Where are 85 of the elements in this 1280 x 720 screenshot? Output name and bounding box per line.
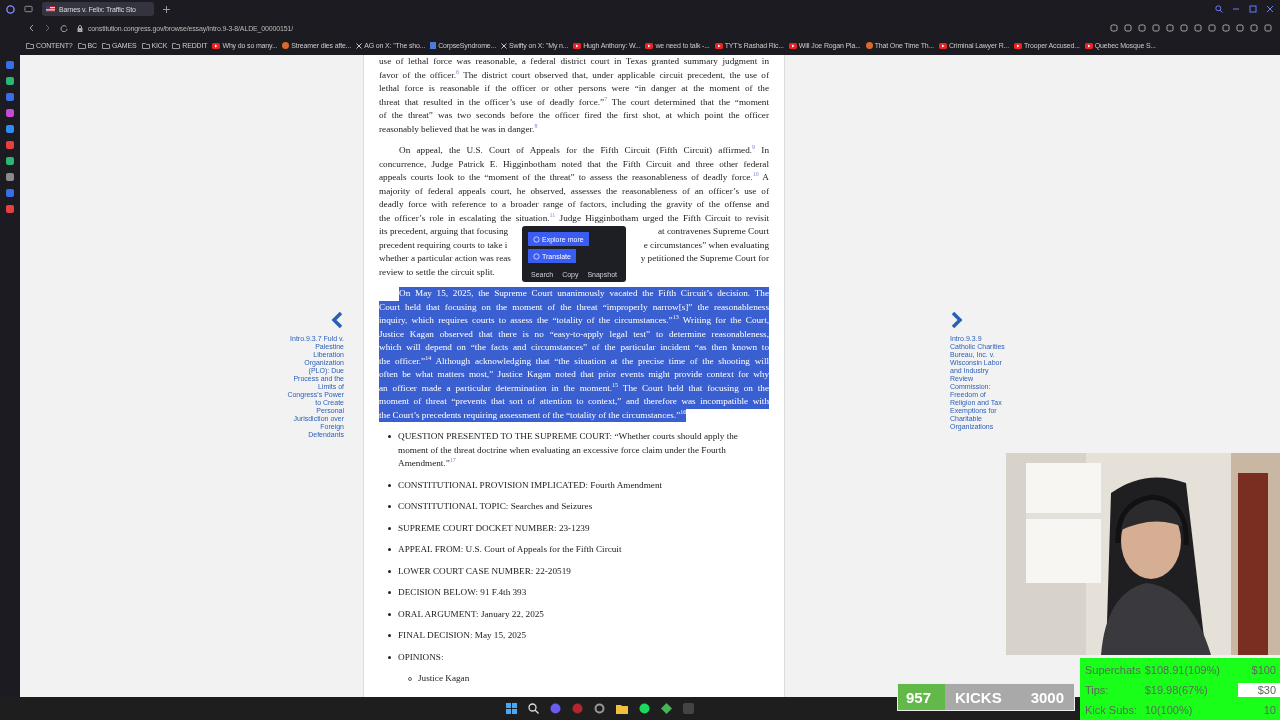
bullet-icon bbox=[388, 612, 391, 616]
goal-label: Kick Subs: bbox=[1085, 704, 1138, 716]
folder-icon bbox=[77, 42, 86, 49]
bullet-icon bbox=[388, 569, 391, 573]
play-icon bbox=[212, 42, 221, 49]
bullet-icon bbox=[388, 634, 391, 637]
avatar-icon bbox=[282, 42, 290, 49]
fact-text: CONSTITUTIONAL PROVISION IMPLICATED: Fourth Amendment bbox=[398, 478, 663, 492]
lock-icon bbox=[77, 24, 83, 32]
forward-icon[interactable] bbox=[44, 24, 51, 32]
goal-label: Tips: bbox=[1085, 684, 1110, 696]
kicks-goal: 3000 bbox=[1030, 688, 1065, 706]
bullet-icon bbox=[388, 548, 391, 551]
goal-target: 10 bbox=[1262, 703, 1277, 717]
text-line: appeals courts look to the “moment of the threat” to assess the reasonableness of deadly force.$^{10}$ A bbox=[379, 171, 769, 184]
goal-target: $100 bbox=[1250, 663, 1277, 677]
folder-icon bbox=[172, 42, 181, 49]
bullet-icon bbox=[388, 655, 391, 659]
folder-icon[interactable] bbox=[616, 703, 628, 714]
fact-text: SUPREME COURT DOCKET NUMBER: 23-1239 bbox=[398, 521, 590, 535]
text-line: the officer’s role in escalating the situation.$^{11}$ Judge Higginbotham urged the Fifth Circuit to revisit bbox=[379, 211, 769, 225]
chevron-left-icon[interactable] bbox=[330, 311, 344, 329]
play-icon bbox=[788, 42, 797, 49]
play-icon bbox=[1084, 42, 1093, 49]
paragraph: use of lethal force was reasonable, a federal district court in Texas granted summary judgment in favor of the officer.$^{6}$ The district court observed that, under applicable circuit precedent, the use of lethal force is reasonable if the officer or other persons were “in danger at the moment of the threat that resulted in the officer’s use of deadly force.”$^{7}$ The court determined that the “moment of the threat” was two seconds before the officer fired the first shot, at which point the officer reasonably believed that he was in danger.$^{8}$ bbox=[379, 55, 769, 136]
bullet-icon bbox=[388, 591, 391, 594]
search-icon[interactable] bbox=[528, 703, 539, 714]
bullet-icon bbox=[388, 505, 391, 508]
text-fragment: whether a particular action was reas bbox=[379, 252, 511, 265]
avatar-icon bbox=[865, 42, 873, 49]
bullet-icon bbox=[408, 677, 412, 681]
text-fragment: precedent requiring courts to take i bbox=[379, 238, 508, 252]
fact-text: OPINIONS: bbox=[398, 650, 445, 664]
goal-label: Superchats bbox=[1085, 664, 1141, 676]
text-fragment: at contravenes Supreme Court bbox=[658, 225, 769, 238]
fact-text: LOWER COURT CASE NUMBER: 22-20519 bbox=[398, 564, 571, 578]
play-icon bbox=[714, 42, 723, 49]
text-line: deadly force with reference to a broader range of factors, including the gravity of the offense and bbox=[379, 198, 769, 211]
music-app-icon[interactable] bbox=[639, 703, 650, 714]
x-logo-icon bbox=[356, 42, 363, 49]
text-line: review to settle the circuit split. bbox=[379, 265, 495, 279]
page-icon bbox=[430, 42, 437, 49]
fact-text: DECISION BELOW: 91 F.4th 393 bbox=[398, 586, 527, 599]
selected-paragraph: On May 15, 2025, the Supreme Court unanimously vacated the Fifth Circuit’s decision. The Court held that focusing on the moment of the threat “improperly narrow[s]” the reasonableness inquiry, which requires courts to assess the “totality of the circumstances.”$^{13}$ Writing for the Court, Justice Kagan observed that there is no “easy-to-apply legal test” to determine reasonableness, which will depend on “the facts and circumstances” of the particular incident “as then known to the officer.”$^{14}$ Although acknowledging that “the situation at the precise time of the shooting will often be what matters most,” Justice Kagan noted that prior events might provide context for why an officer made a particular determination in the moment.$^{15}$ The Court held that focusing on the moment of threat “prevents that sort of attention to context,” and therefore was incompatible with the Court’s precedents requiring assessment of the “totality of the circumstances.”$^{16}$ bbox=[379, 287, 769, 422]
kicks-count: 957 bbox=[898, 684, 946, 710]
tab-list-icon[interactable] bbox=[24, 5, 33, 13]
kicks-label: KICKS bbox=[954, 688, 1002, 706]
x-logo-icon bbox=[500, 42, 507, 49]
browser-app-icon[interactable] bbox=[550, 703, 561, 714]
bullet-icon bbox=[388, 483, 391, 487]
text-fragment: its precedent, arguing that focusing bbox=[379, 225, 509, 238]
bullet-icon bbox=[388, 526, 391, 530]
text-fragment: y petitioned the Supreme Court for bbox=[640, 252, 769, 265]
fact-text: FINAL DECISION: May 15, 2025 bbox=[398, 629, 527, 642]
goal-amount: $19.98(67%) bbox=[1144, 684, 1209, 696]
windows-start-icon[interactable] bbox=[506, 703, 517, 714]
app-icon[interactable] bbox=[661, 703, 672, 714]
new-tab-icon[interactable] bbox=[163, 5, 170, 13]
fact-text: ORAL ARGUMENT: January 22, 2025 bbox=[398, 607, 544, 621]
folder-icon bbox=[26, 42, 34, 49]
play-icon bbox=[938, 42, 947, 49]
maximize-icon[interactable] bbox=[1249, 5, 1257, 13]
folder-icon bbox=[141, 42, 150, 49]
fact-text: Justice Kagan bbox=[418, 672, 470, 685]
text-line: majority of federal appeals court, he observed, assesses the reasonableness of an officer’s use of bbox=[379, 184, 769, 198]
browser-logo-icon[interactable] bbox=[6, 4, 15, 14]
play-icon bbox=[1013, 42, 1022, 49]
text-line: concurrence, Judge Patrick E. Higginbotham noted that the Fifth Circuit and three other federal bbox=[379, 157, 769, 171]
play-icon bbox=[573, 42, 582, 49]
play-icon bbox=[645, 42, 654, 49]
goal-amount: 10(100%) bbox=[1144, 704, 1194, 716]
flag-icon bbox=[46, 6, 55, 12]
back-icon[interactable] bbox=[28, 24, 35, 32]
reload-icon[interactable] bbox=[60, 24, 68, 32]
fact-text: QUESTION PRESENTED TO THE SUPREME COURT: “Whether courts should apply the moment of the threat doctrine when evaluating an excessive force claim under the Fourth Amendment.”$^{17}$ bbox=[398, 430, 739, 470]
goal-target: $30 bbox=[1237, 683, 1280, 697]
text-fragment: e circumstances” when evaluating bbox=[643, 238, 769, 252]
fact-text: APPEAL FROM: U.S. Court of Appeals for the Fifth Circuit bbox=[398, 543, 622, 556]
fact-text: CONSTITUTIONAL TOPIC: Searches and Seizures bbox=[398, 500, 593, 513]
goal-amount: $108.91(109%) bbox=[1144, 664, 1221, 676]
close-icon[interactable] bbox=[1266, 5, 1274, 13]
chevron-right-icon[interactable] bbox=[950, 311, 964, 329]
text-line: On appeal, the U.S. Court of Appeals for the Fifth Circuit (Fifth Circuit) affirmed.$^{9}$ In bbox=[399, 144, 769, 157]
folder-icon bbox=[101, 42, 110, 49]
bullet-icon bbox=[388, 435, 391, 438]
